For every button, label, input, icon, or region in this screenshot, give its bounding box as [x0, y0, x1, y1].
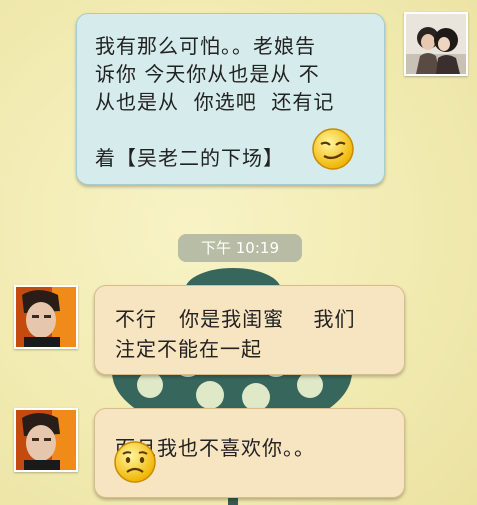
my-avatar[interactable]: [404, 12, 468, 76]
friend-avatar[interactable]: [14, 408, 78, 472]
message-text: 我有那么可怕。。老娘告 诉你 今天你从也是从 不 从也是从 你选吧 还有记 着【…: [95, 34, 335, 170]
smirk-emoji-icon: [312, 128, 354, 170]
couple-photo-icon: [406, 14, 466, 74]
boy-photo-icon: [16, 287, 76, 347]
timestamp-pill: 下午 10:19: [178, 234, 302, 262]
boy-photo-icon: [16, 410, 76, 470]
worried-emoji-icon: [114, 441, 156, 483]
message-bubble-incoming[interactable]: 不行 你是我闺蜜 我们 注定不能在一起: [94, 285, 405, 375]
message-text: 不行 你是我闺蜜 我们 注定不能在一起: [115, 307, 356, 361]
friend-avatar[interactable]: [14, 285, 78, 349]
